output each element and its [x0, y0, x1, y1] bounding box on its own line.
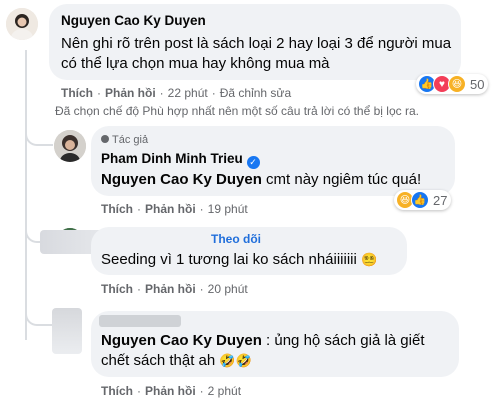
reply-button[interactable]: Phản hồi	[105, 86, 156, 100]
edited-label: Đã chỉnh sửa	[219, 86, 292, 100]
timestamp[interactable]: 20 phút	[208, 282, 248, 296]
follow-button[interactable]: Theo dõi	[211, 232, 261, 246]
author-badge-icon	[101, 135, 109, 143]
like-button[interactable]: Thích	[61, 86, 93, 100]
thread-line	[25, 50, 27, 340]
filter-note: Đã chọn chế độ Phù hợp nhất nên một số c…	[55, 104, 419, 118]
reply-actions: Thích · Phản hồi · 2 phút	[101, 384, 242, 398]
profile-photo-icon	[6, 8, 38, 40]
haha-icon: 😆	[448, 75, 466, 93]
blurred-name	[99, 315, 181, 327]
comment-text: Nên ghi rõ trên post là sách loại 2 hay …	[61, 35, 452, 72]
reply-button[interactable]: Phản hồi	[145, 282, 196, 296]
dizzy-face-icon: 😵‍💫	[361, 252, 378, 267]
profile-photo-icon	[54, 130, 86, 162]
avatar[interactable]	[54, 130, 86, 162]
reply-text: Nguyen Cao Ky Duyen : ủng hộ sách giả là…	[101, 331, 449, 371]
reply-bubble: Tác giả Pham Dinh Minh Trieu ✓ Nguyen Ca…	[91, 126, 455, 196]
comment-author[interactable]: Nguyen Cao Ky Duyen	[61, 13, 206, 28]
like-icon: 👍	[411, 191, 429, 209]
blurred-avatar	[52, 308, 82, 354]
like-button[interactable]: Thích	[101, 384, 133, 398]
reaction-count: 27	[433, 192, 448, 208]
like-button[interactable]: Thích	[101, 282, 133, 296]
reply-text-body: cmt này ngiêm túc quá!	[261, 171, 422, 188]
reply-button[interactable]: Phản hồi	[145, 384, 196, 398]
reaction-summary[interactable]: 👍 ♥ 😆 50	[416, 74, 489, 94]
verified-icon: ✓	[246, 156, 260, 169]
reply-text: Seeding vì 1 tương lai ko sách nháiiiiii…	[101, 250, 377, 270]
reaction-count: 50	[470, 76, 485, 92]
mention-tag[interactable]: Nguyen Cao Ky Duyen	[101, 332, 262, 349]
reaction-summary[interactable]: 😆 👍 27	[394, 190, 452, 210]
reply-actions: Thích · Phản hồi · 20 phút	[101, 282, 248, 296]
comment-bubble: Nguyen Cao Ky Duyen Nên ghi rõ trên post…	[49, 4, 461, 80]
reply-actions: Thích · Phản hồi · 19 phút	[101, 202, 248, 216]
rofl-icon: 🤣🤣	[219, 353, 252, 368]
like-button[interactable]: Thích	[101, 202, 133, 216]
timestamp[interactable]: 2 phút	[208, 384, 241, 398]
author-badge: Tác giả	[101, 134, 148, 146]
reply-text: Nguyen Cao Ky Duyen cmt này ngiêm túc qu…	[101, 170, 421, 190]
thread-elbow	[25, 300, 53, 326]
reply-text-body: Seeding vì 1 tương lai ko sách nháiiiiii…	[101, 251, 357, 268]
comment-actions: Thích · Phản hồi · 22 phút · Đã chỉnh sửa	[61, 86, 292, 100]
reply-author[interactable]: Pham Dinh Minh Trieu ✓	[101, 151, 260, 169]
timestamp[interactable]: 22 phút	[168, 86, 208, 100]
author-badge-label: Tác giả	[112, 134, 149, 146]
timestamp[interactable]: 19 phút	[208, 202, 248, 216]
reply-button[interactable]: Phản hồi	[145, 202, 196, 216]
mention-tag[interactable]: Nguyen Cao Ky Duyen	[101, 171, 262, 188]
avatar[interactable]	[6, 8, 38, 40]
reply-bubble: Theo dõi Seeding vì 1 tương lai ko sách …	[91, 227, 407, 275]
reply-bubble: Nguyen Cao Ky Duyen : ủng hộ sách giả là…	[91, 311, 459, 377]
thread-elbow	[25, 118, 53, 146]
reply-author-name[interactable]: Pham Dinh Minh Trieu	[101, 151, 243, 166]
